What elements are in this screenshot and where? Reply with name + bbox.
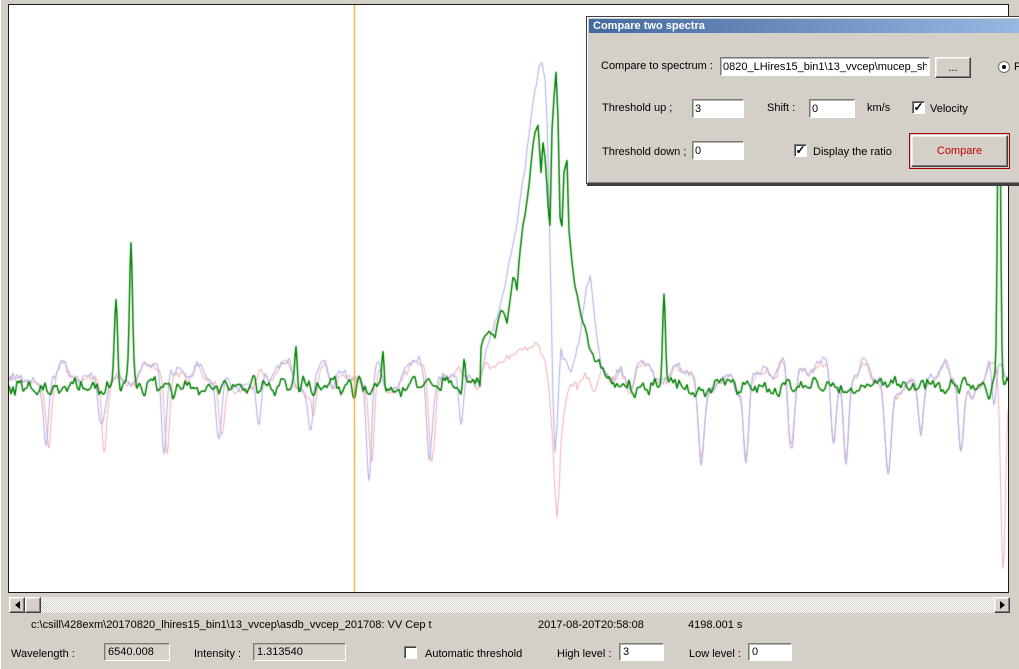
scroll-left-button[interactable] xyxy=(9,597,25,613)
intensity-value-field: 1.313540 xyxy=(253,643,346,661)
high-level-input[interactable] xyxy=(619,643,664,661)
threshold-up-label: Threshold up ; xyxy=(602,102,672,114)
display-ratio-label: Display the ratio xyxy=(813,146,892,158)
check-icon: ✓ xyxy=(795,145,805,155)
scroll-right-button[interactable] xyxy=(994,597,1010,613)
threshold-down-input[interactable] xyxy=(692,141,744,160)
auto-threshold-checkbox[interactable] xyxy=(404,646,417,659)
high-level-label: High level : xyxy=(557,648,611,660)
radio-dot-icon xyxy=(1002,65,1006,69)
radio-label-fragment: F xyxy=(1014,61,1019,73)
low-level-label: Low level : xyxy=(689,648,741,660)
compare-button-label: Compare xyxy=(937,145,982,157)
compare-two-spectra-dialog: Compare two spectra Compare to spectrum … xyxy=(586,16,1019,184)
wavelength-value-field: 6540.008 xyxy=(104,643,170,661)
threshold-down-label: Threshold down ; xyxy=(602,146,686,158)
application-window: Compare two spectra Compare to spectrum … xyxy=(0,0,1019,669)
file-info-text: c:\csill\428exm\20170820_lhires15_bin1\1… xyxy=(31,619,432,631)
horizontal-scrollbar[interactable] xyxy=(9,597,1010,613)
compare-button[interactable]: Compare xyxy=(909,133,1010,169)
intensity-label: Intensity : xyxy=(194,648,241,660)
compare-to-input[interactable] xyxy=(720,57,930,76)
radio-button[interactable] xyxy=(998,61,1010,73)
exposure-text: 4198.001 s xyxy=(688,619,742,631)
low-level-input[interactable] xyxy=(748,643,792,661)
dialog-title: Compare two spectra xyxy=(593,20,705,32)
auto-threshold-label: Automatic threshold xyxy=(425,648,522,660)
intensity-value: 1.313540 xyxy=(257,646,303,658)
datetime-text: 2017-08-20T20:58:08 xyxy=(538,619,644,631)
shift-input[interactable] xyxy=(809,99,855,118)
right-arrow-icon xyxy=(1000,601,1005,609)
shift-label: Shift : xyxy=(767,102,795,114)
velocity-label: Velocity xyxy=(930,103,968,115)
compare-button-face: Compare xyxy=(911,135,1008,167)
velocity-checkbox[interactable]: ✓ xyxy=(912,101,925,114)
left-arrow-icon xyxy=(15,601,20,609)
wavelength-value: 6540.008 xyxy=(108,646,154,658)
scrollbar-thumb[interactable] xyxy=(25,597,41,613)
check-icon: ✓ xyxy=(913,102,923,112)
compare-to-label: Compare to spectrum : xyxy=(601,60,713,72)
display-ratio-checkbox[interactable]: ✓ xyxy=(794,144,807,157)
browse-button[interactable]: ... xyxy=(935,57,971,78)
threshold-up-input[interactable] xyxy=(692,99,744,118)
wavelength-label: Wavelength : xyxy=(11,648,75,660)
shift-unit-label: km/s xyxy=(867,102,890,114)
dialog-titlebar[interactable]: Compare two spectra xyxy=(589,19,1019,33)
